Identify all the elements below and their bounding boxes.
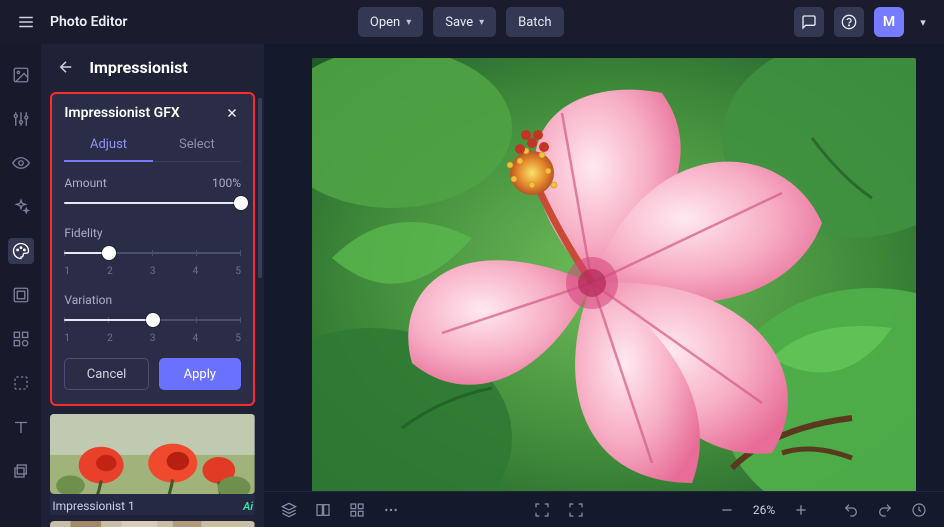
- tool-frame-icon[interactable]: [8, 282, 34, 308]
- chevron-down-icon: ▾: [479, 17, 484, 28]
- batch-label: Batch: [518, 15, 551, 30]
- avatar-initial: M: [883, 14, 895, 30]
- save-label: Save: [445, 15, 473, 30]
- close-icon[interactable]: [223, 104, 241, 122]
- gfx-tabs: Adjust Select: [64, 130, 241, 162]
- control-fidelity: Fidelity 1 2 3 4 5: [64, 226, 241, 277]
- save-button[interactable]: Save ▾: [433, 7, 496, 37]
- apply-label: Apply: [184, 367, 216, 382]
- tick: 5: [235, 266, 241, 277]
- gfx-title: Impressionist GFX: [64, 105, 179, 121]
- tool-eye-icon[interactable]: [8, 150, 34, 176]
- preset-thumbnail: [50, 521, 255, 527]
- zoom-out-icon[interactable]: [712, 496, 742, 524]
- tick: 4: [193, 333, 199, 344]
- tab-adjust-label: Adjust: [90, 137, 127, 152]
- tool-text-icon[interactable]: [8, 414, 34, 440]
- tick: 1: [64, 266, 70, 277]
- zoom-value: 26%: [746, 503, 782, 517]
- ai-badge: Ai: [243, 500, 253, 513]
- tab-adjust[interactable]: Adjust: [64, 130, 152, 161]
- panel-header: Impressionist: [41, 44, 264, 90]
- tool-sparkle-icon[interactable]: [8, 194, 34, 220]
- undo-icon[interactable]: [836, 496, 866, 524]
- preset-item[interactable]: Impressionist 1 Ai: [50, 414, 255, 515]
- cancel-label: Cancel: [87, 367, 127, 382]
- toolstrip: [0, 44, 41, 527]
- control-amount: Amount 100%: [64, 176, 241, 210]
- tick: 4: [193, 266, 199, 277]
- bottom-bar: 26%: [264, 491, 944, 527]
- menu-icon[interactable]: [12, 8, 40, 36]
- tool-elements-icon[interactable]: [8, 326, 34, 352]
- preset-thumbnail: [50, 414, 255, 494]
- fidelity-label: Fidelity: [64, 226, 102, 240]
- help-icon[interactable]: [834, 7, 864, 37]
- open-button[interactable]: Open ▾: [358, 7, 423, 37]
- redo-icon[interactable]: [870, 496, 900, 524]
- canvas-area: 26%: [264, 44, 944, 527]
- tool-adjust-icon[interactable]: [8, 106, 34, 132]
- app-title: Photo Editor: [50, 14, 127, 30]
- amount-label: Amount: [64, 176, 106, 190]
- canvas-viewport[interactable]: [264, 44, 944, 491]
- variation-slider[interactable]: [64, 313, 241, 327]
- cancel-button[interactable]: Cancel: [64, 358, 148, 390]
- scrollbar[interactable]: [258, 98, 262, 278]
- tick: 1: [64, 333, 70, 344]
- account-chevron-icon[interactable]: ▾: [914, 16, 932, 29]
- variation-label: Variation: [64, 293, 112, 307]
- chevron-down-icon: ▾: [406, 17, 411, 28]
- tool-layers-icon[interactable]: [8, 458, 34, 484]
- more-icon[interactable]: [376, 496, 406, 524]
- topbar: Photo Editor Open ▾ Save ▾ Batch M ▾: [0, 0, 944, 44]
- amount-slider[interactable]: [64, 196, 241, 210]
- tool-palette-icon[interactable]: [8, 238, 34, 264]
- fidelity-slider[interactable]: [64, 246, 241, 260]
- tick: 3: [150, 266, 156, 277]
- tab-select[interactable]: Select: [153, 130, 241, 161]
- expand-icon[interactable]: [561, 496, 591, 524]
- apply-button[interactable]: Apply: [159, 358, 241, 390]
- compare-icon[interactable]: [308, 496, 338, 524]
- back-arrow-icon[interactable]: [55, 56, 77, 78]
- fit-icon[interactable]: [527, 496, 557, 524]
- side-panel: Impressionist Impressionist GFX Adjust S…: [41, 44, 264, 527]
- history-icon[interactable]: [904, 496, 934, 524]
- gfx-card: Impressionist GFX Adjust Select Amount 1…: [50, 92, 255, 406]
- feedback-icon[interactable]: [794, 7, 824, 37]
- panel-body: Impressionist GFX Adjust Select Amount 1…: [41, 90, 264, 527]
- canvas-image: [312, 58, 916, 491]
- tab-select-label: Select: [179, 137, 215, 152]
- avatar[interactable]: M: [874, 7, 904, 37]
- layers-icon[interactable]: [274, 496, 304, 524]
- amount-value: 100%: [212, 176, 241, 190]
- tick: 5: [235, 333, 241, 344]
- tool-image-icon[interactable]: [8, 62, 34, 88]
- control-variation: Variation 1 2 3 4 5: [64, 293, 241, 344]
- tick: 3: [150, 333, 156, 344]
- panel-title: Impressionist: [89, 58, 187, 77]
- batch-button[interactable]: Batch: [506, 7, 563, 37]
- open-label: Open: [370, 15, 400, 30]
- preset-item[interactable]: [50, 521, 255, 527]
- tick: 2: [107, 333, 113, 344]
- grid-icon[interactable]: [342, 496, 372, 524]
- preset-label: Impressionist 1: [52, 499, 134, 513]
- tick: 2: [107, 266, 113, 277]
- zoom-in-icon[interactable]: [786, 496, 816, 524]
- main: Impressionist Impressionist GFX Adjust S…: [0, 44, 944, 527]
- tool-crop-icon[interactable]: [8, 370, 34, 396]
